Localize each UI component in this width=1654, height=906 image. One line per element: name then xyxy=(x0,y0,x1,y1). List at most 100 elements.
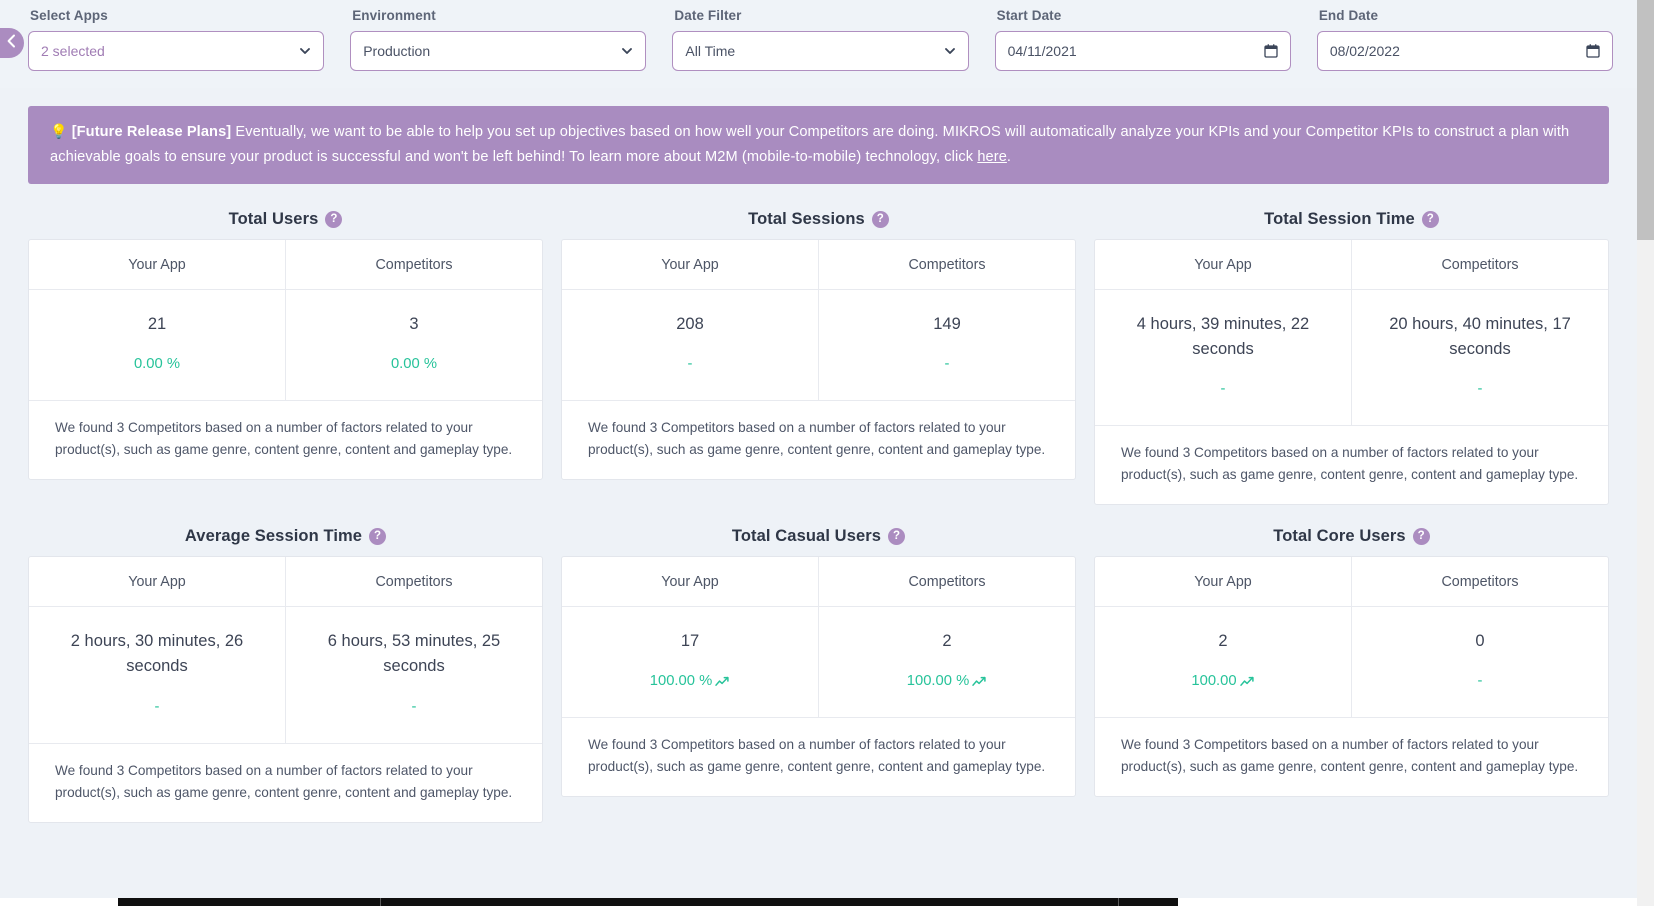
metric-title: Total Users ? xyxy=(28,198,543,239)
your-app-value: 21 xyxy=(147,315,167,334)
column-header-your-app: Your App xyxy=(128,574,186,591)
metric-total-core-users: Total Core Users ? Your App Competitors … xyxy=(1094,515,1609,832)
metric-card: Your App Competitors 2 hours, 30 minutes… xyxy=(28,556,543,823)
competitors-delta: - xyxy=(1366,671,1594,691)
your-app-delta-text: 0.00 % xyxy=(133,356,181,373)
end-date-input[interactable] xyxy=(1329,43,1601,59)
metric-title-label: Total Session Time xyxy=(1264,210,1415,229)
card-header: Your App Competitors xyxy=(1095,557,1608,608)
horizontal-scrollbar-thumb[interactable] xyxy=(118,898,1178,906)
filter-label-select-apps: Select Apps xyxy=(30,8,108,23)
competitors-delta: 100.00 % xyxy=(833,671,1061,691)
metric-average-session-time: Average Session Time ? Your App Competit… xyxy=(28,515,543,832)
select-apps-value: 2 selected xyxy=(41,43,105,59)
competitors-value: 3 xyxy=(409,315,419,334)
help-icon[interactable]: ? xyxy=(1412,528,1430,546)
your-app-delta: - xyxy=(1109,379,1337,399)
banner-text-part-2: . xyxy=(1006,149,1012,166)
column-header-your-app: Your App xyxy=(1194,257,1252,274)
trend-up-icon xyxy=(972,676,987,687)
metric-card: Your App Competitors 17 100.00 % 2 100.0… xyxy=(561,556,1076,798)
your-app-delta-text: 100.00 % xyxy=(649,673,713,690)
banner-text-part-1: Eventually, we want to be able to help y… xyxy=(50,124,1570,166)
filter-date-filter: Date Filter All Time xyxy=(672,0,969,71)
card-header: Your App Competitors xyxy=(562,557,1075,608)
competitors-delta-text: - xyxy=(944,356,950,373)
metric-card: Your App Competitors 2 100.00 0 - We fou… xyxy=(1094,556,1609,798)
date-filter-value: All Time xyxy=(685,43,736,59)
your-app-delta-text: 100.00 xyxy=(1191,673,1237,690)
filter-label-date-filter: Date Filter xyxy=(674,8,742,23)
metric-total-users: Total Users ? Your App Competitors 21 0.… xyxy=(28,198,543,515)
card-footnote: We found 3 Competitors based on a number… xyxy=(29,742,542,822)
date-filter-control[interactable]: All Time xyxy=(672,31,969,71)
competitors-cell: 2 100.00 % xyxy=(818,607,1075,718)
column-header-your-app: Your App xyxy=(661,574,719,591)
metric-title-label: Total Users xyxy=(228,210,319,229)
select-apps-control[interactable]: 2 selected xyxy=(28,31,325,71)
vertical-scrollbar[interactable] xyxy=(1637,0,1654,906)
competitors-value: 0 xyxy=(1475,632,1485,651)
competitors-delta: - xyxy=(833,354,1061,374)
scroll-viewport[interactable]: Select Apps 2 selected Environment Produ… xyxy=(0,0,1637,906)
chevron-left-icon xyxy=(6,34,17,53)
metric-title: Total Sessions ? xyxy=(561,198,1076,239)
help-icon[interactable]: ? xyxy=(1421,211,1439,229)
filter-environment: Environment Production xyxy=(350,0,647,71)
competitors-cell: 20 hours, 40 minutes, 17 seconds - xyxy=(1351,290,1608,426)
chevron-down-icon xyxy=(299,45,311,57)
metric-title-label: Average Session Time xyxy=(184,527,363,546)
app-root: Select Apps 2 selected Environment Produ… xyxy=(0,0,1654,906)
competitors-delta: 0.00 % xyxy=(300,354,528,374)
filter-start-date: Start Date xyxy=(994,0,1291,71)
your-app-delta-text: - xyxy=(1220,381,1226,398)
card-footnote: We found 3 Competitors based on a number… xyxy=(1095,717,1608,796)
horizontal-scrollbar[interactable] xyxy=(0,898,1637,906)
help-icon[interactable]: ? xyxy=(888,528,906,546)
card-body: 2 100.00 0 - xyxy=(1095,607,1608,718)
column-header-your-app: Your App xyxy=(128,257,186,274)
competitors-delta-text: 0.00 % xyxy=(390,356,438,373)
metric-card: Your App Competitors 208 - 149 - We foun… xyxy=(561,239,1076,481)
your-app-cell: 2 100.00 xyxy=(1095,607,1351,717)
end-date-control[interactable] xyxy=(1316,31,1614,71)
environment-control[interactable]: Production xyxy=(350,31,647,71)
column-header-competitors: Competitors xyxy=(285,240,542,290)
competitors-delta-text: - xyxy=(411,698,417,715)
metric-total-casual-users: Total Casual Users ? Your App Competitor… xyxy=(561,515,1076,832)
metric-total-sessions: Total Sessions ? Your App Competitors 20… xyxy=(561,198,1076,515)
card-body: 21 0.00 % 3 0.00 % xyxy=(29,290,542,401)
vertical-scrollbar-thumb[interactable] xyxy=(1637,0,1654,240)
metric-title-label: Total Core Users xyxy=(1273,527,1406,546)
competitors-cell: 149 - xyxy=(818,290,1075,401)
metric-title: Total Core Users ? xyxy=(1094,515,1609,556)
card-footnote: We found 3 Competitors based on a number… xyxy=(562,400,1075,479)
banner-here-link[interactable]: here xyxy=(977,149,1007,165)
your-app-value: 4 hours, 39 minutes, 22 seconds xyxy=(1136,315,1310,359)
competitors-cell: 6 hours, 53 minutes, 25 seconds - xyxy=(285,607,542,743)
card-body: 4 hours, 39 minutes, 22 seconds - 20 hou… xyxy=(1095,290,1608,426)
column-header-competitors: Competitors xyxy=(1351,557,1608,607)
chevron-down-icon xyxy=(944,45,956,57)
column-header-competitors: Competitors xyxy=(285,557,542,607)
card-body: 17 100.00 % 2 100.00 % xyxy=(562,607,1075,718)
competitors-delta-text: 100.00 % xyxy=(906,673,970,690)
your-app-delta: 100.00 % xyxy=(576,671,804,691)
your-app-value: 17 xyxy=(680,632,700,651)
metric-title-label: Total Sessions xyxy=(748,210,865,229)
your-app-delta: - xyxy=(43,697,271,717)
competitors-value: 149 xyxy=(933,315,961,334)
your-app-delta: 0.00 % xyxy=(43,354,271,374)
start-date-control[interactable] xyxy=(994,31,1291,71)
competitors-value: 2 xyxy=(942,632,952,651)
help-icon[interactable]: ? xyxy=(325,211,343,229)
filter-end-date: End Date xyxy=(1316,0,1614,71)
help-icon[interactable]: ? xyxy=(369,528,387,546)
your-app-delta-text: - xyxy=(687,356,693,373)
start-date-input[interactable] xyxy=(1007,43,1278,59)
trend-up-icon xyxy=(715,676,730,687)
help-icon[interactable]: ? xyxy=(871,211,889,229)
lightbulb-icon: 💡 xyxy=(50,123,68,139)
your-app-value: 2 xyxy=(1218,632,1228,651)
column-header-your-app: Your App xyxy=(661,257,719,274)
